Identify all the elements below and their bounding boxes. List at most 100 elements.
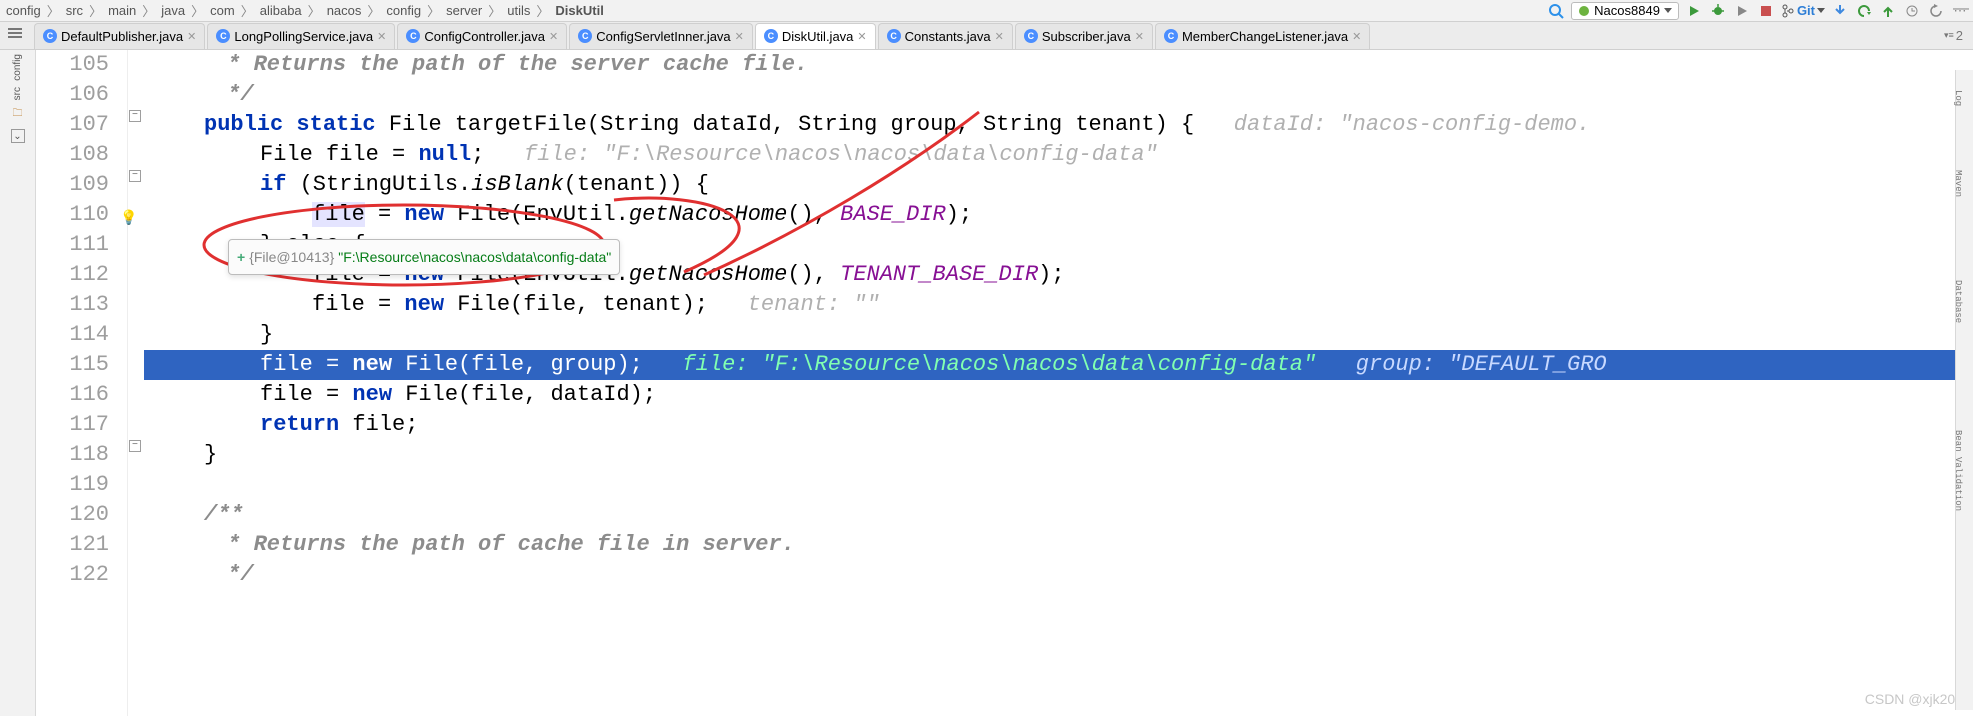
- tab-overflow-count: 2: [1956, 28, 1963, 43]
- tab-subscriber[interactable]: C Subscriber.java ✕: [1015, 23, 1153, 49]
- navigation-bar: config〉 src〉 main〉 java〉 com〉 alibaba〉 n…: [0, 0, 1973, 22]
- hide-toolbar-icon[interactable]: —: [1953, 0, 1969, 18]
- code-line: }: [144, 320, 1973, 350]
- line-number[interactable]: 118: [36, 440, 109, 470]
- debug-value-tooltip[interactable]: + {File@10413} "F:\Resource\nacos\nacos\…: [228, 239, 620, 275]
- java-class-icon: C: [406, 29, 420, 43]
- close-icon[interactable]: ✕: [995, 30, 1004, 43]
- intention-bulb-icon[interactable]: 💡: [120, 204, 137, 234]
- crumb-nacos[interactable]: nacos: [325, 3, 364, 18]
- tab-label: DiskUtil.java: [782, 29, 854, 44]
- tab-config-servlet-inner[interactable]: CConfigServletInner.java✕: [569, 23, 753, 49]
- tab-config-controller[interactable]: CConfigController.java✕: [397, 23, 567, 49]
- fold-toggle-icon[interactable]: −: [129, 170, 141, 182]
- watermark: CSDN @xjk201: [1865, 684, 1963, 714]
- collapse-icon[interactable]: ⌄: [11, 129, 25, 143]
- vcs-branch-widget[interactable]: Git: [1781, 3, 1825, 18]
- tw-database[interactable]: Database: [1943, 280, 1973, 323]
- line-number[interactable]: 114: [36, 320, 109, 350]
- close-icon[interactable]: ✕: [187, 30, 196, 43]
- code-line: public static File targetFile(String dat…: [144, 110, 1973, 140]
- tab-disk-util[interactable]: CDiskUtil.java✕: [755, 23, 876, 49]
- debug-button[interactable]: [1709, 2, 1727, 20]
- line-number[interactable]: 120: [36, 500, 109, 530]
- tw-bean-validation[interactable]: Bean Validation: [1943, 430, 1973, 511]
- tab-label: Subscriber.java: [1042, 29, 1131, 44]
- java-class-icon: C: [1024, 29, 1038, 43]
- history-icon[interactable]: [1903, 2, 1921, 20]
- line-number[interactable]: 116: [36, 380, 109, 410]
- tab-constants[interactable]: CConstants.java✕: [878, 23, 1013, 49]
- left-tool-stripe: config src 🗀 ⌄: [0, 50, 36, 716]
- crumb-utils[interactable]: utils: [505, 3, 532, 18]
- code-line: File file = null; file: "F:\Resource\nac…: [144, 140, 1973, 170]
- commit-icon[interactable]: [1855, 2, 1873, 20]
- push-icon[interactable]: [1879, 2, 1897, 20]
- gutter[interactable]: 105 106 107 108 109 110 111 112 113 114 …: [36, 50, 128, 716]
- crumb-java[interactable]: java: [159, 3, 187, 18]
- stop-button[interactable]: [1757, 2, 1775, 20]
- line-number[interactable]: 112: [36, 260, 109, 290]
- line-number[interactable]: 108: [36, 140, 109, 170]
- line-number[interactable]: 106: [36, 80, 109, 110]
- close-icon[interactable]: ✕: [1352, 30, 1361, 43]
- fold-toggle-icon[interactable]: −: [129, 440, 141, 452]
- code-editor[interactable]: 105 106 107 108 109 110 111 112 113 114 …: [36, 50, 1973, 716]
- line-number[interactable]: 111: [36, 230, 109, 260]
- chevron-right-icon: 〉: [536, 1, 549, 20]
- code-line: file = new File(file, dataId);: [144, 380, 1973, 410]
- tab-label: DefaultPublisher.java: [61, 29, 183, 44]
- line-number[interactable]: 115: [36, 350, 109, 380]
- rollback-icon[interactable]: [1927, 2, 1945, 20]
- chevron-right-icon: 〉: [308, 1, 321, 20]
- search-icon[interactable]: [1547, 2, 1565, 20]
- crumb-server[interactable]: server: [444, 3, 484, 18]
- crumb-src[interactable]: src: [64, 3, 85, 18]
- close-icon[interactable]: ✕: [735, 30, 744, 43]
- code-line: if (StringUtils.isBlank(tenant)) {: [144, 170, 1973, 200]
- crumb-config2[interactable]: config: [384, 3, 423, 18]
- tw-log[interactable]: Log: [1943, 90, 1973, 106]
- line-number[interactable]: 117: [36, 410, 109, 440]
- tooltip-object-ref: {File@10413}: [249, 242, 334, 272]
- run-config-selector[interactable]: Nacos8849: [1571, 2, 1679, 20]
- line-number[interactable]: 122: [36, 560, 109, 590]
- folder-icon[interactable]: 🗀: [13, 106, 23, 123]
- right-tool-stripe: Log Maven Database Bean Validation: [1955, 70, 1973, 710]
- line-number[interactable]: 105: [36, 50, 109, 80]
- line-number[interactable]: 107: [36, 110, 109, 140]
- update-project-icon[interactable]: [1831, 2, 1849, 20]
- show-tabs-menu-icon[interactable]: [8, 28, 22, 38]
- tab-overflow-indicator[interactable]: ▾≡2: [1944, 28, 1963, 43]
- chevron-right-icon: 〉: [241, 1, 254, 20]
- close-icon[interactable]: ✕: [857, 30, 866, 43]
- line-number[interactable]: 119: [36, 470, 109, 500]
- java-class-icon: C: [216, 29, 230, 43]
- tw-maven[interactable]: Maven: [1943, 170, 1973, 197]
- line-number[interactable]: 110: [36, 200, 109, 230]
- code-line: * Returns the path of the server cache f…: [144, 50, 1973, 80]
- editor-tabs: C DefaultPublisher.java ✕ CLongPollingServ…: [0, 22, 1973, 50]
- crumb-com[interactable]: com: [208, 3, 237, 18]
- line-number[interactable]: 113: [36, 290, 109, 320]
- crumb-alibaba[interactable]: alibaba: [258, 3, 304, 18]
- tab-member-change-listener[interactable]: CMemberChangeListener.java✕: [1155, 23, 1370, 49]
- left-rail-config[interactable]: config: [12, 54, 23, 81]
- crumb-class[interactable]: DiskUtil: [553, 3, 605, 18]
- run-with-coverage-button[interactable]: [1733, 2, 1751, 20]
- expand-icon[interactable]: +: [237, 242, 245, 272]
- fold-toggle-icon[interactable]: −: [129, 110, 141, 122]
- tab-long-polling[interactable]: CLongPollingService.java✕: [207, 23, 395, 49]
- close-icon[interactable]: ✕: [1135, 30, 1144, 43]
- chevron-right-icon: 〉: [142, 1, 155, 20]
- close-icon[interactable]: ✕: [377, 30, 386, 43]
- code-area[interactable]: * Returns the path of the server cache f…: [144, 50, 1973, 716]
- tab-default-publisher[interactable]: CDefaultPublisher.java✕: [34, 23, 205, 49]
- crumb-config[interactable]: config: [4, 3, 43, 18]
- line-number[interactable]: 121: [36, 530, 109, 560]
- run-button[interactable]: [1685, 2, 1703, 20]
- close-icon[interactable]: ✕: [549, 30, 558, 43]
- left-rail-src[interactable]: src: [12, 87, 23, 100]
- crumb-main[interactable]: main: [106, 3, 138, 18]
- line-number[interactable]: 109: [36, 170, 109, 200]
